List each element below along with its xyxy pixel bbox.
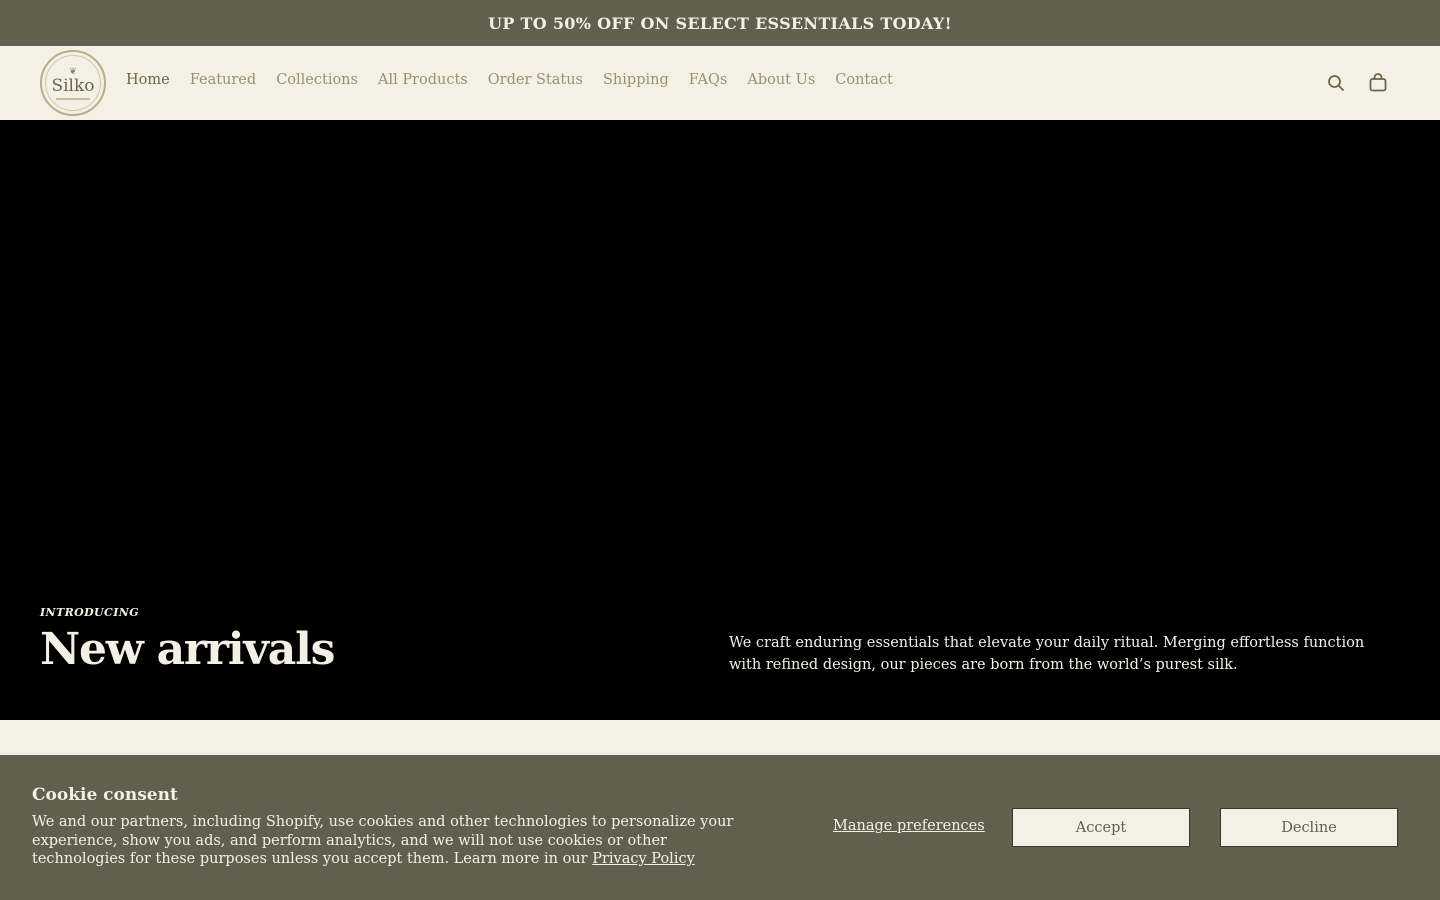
cookie-consent-banner: Cookie consent We and our partners, incl… xyxy=(0,755,1440,900)
nav-item-about-us[interactable]: About Us xyxy=(747,72,815,88)
hero-eyebrow: INTRODUCING xyxy=(40,606,139,619)
nav-item-all-products[interactable]: All Products xyxy=(378,72,468,88)
decline-button[interactable]: Decline xyxy=(1220,808,1398,847)
nav-item-shipping[interactable]: Shipping xyxy=(603,72,669,88)
nav-item-faqs[interactable]: FAQs xyxy=(689,72,728,88)
main-nav: Home Featured Collections All Products O… xyxy=(126,72,913,88)
site-header: ❦ Silko Home Featured Collections All Pr… xyxy=(0,46,1440,120)
manage-preferences-link[interactable]: Manage preferences xyxy=(833,818,985,834)
search-icon[interactable] xyxy=(1326,73,1346,93)
accept-button[interactable]: Accept xyxy=(1012,808,1190,847)
nav-item-contact[interactable]: Contact xyxy=(835,72,893,88)
announcement-bar: UP TO 50% OFF ON SELECT ESSENTIALS TODAY… xyxy=(0,0,1440,46)
hero-title: New arrivals xyxy=(40,624,335,675)
logo[interactable]: ❦ Silko xyxy=(40,50,106,116)
cookie-text: We and our partners, including Shopify, … xyxy=(32,813,762,869)
cookie-title: Cookie consent xyxy=(32,785,178,805)
hero-description: We craft enduring essentials that elevat… xyxy=(729,635,1365,673)
privacy-policy-link[interactable]: Privacy Policy xyxy=(592,851,695,867)
nav-item-featured[interactable]: Featured xyxy=(190,72,256,88)
nav-item-home[interactable]: Home xyxy=(126,72,170,88)
cart-icon[interactable] xyxy=(1368,73,1388,93)
nav-item-order-status[interactable]: Order Status xyxy=(488,72,583,88)
logo-ring xyxy=(45,55,101,111)
hero-banner: INTRODUCING New arrivals We craft enduri… xyxy=(0,120,1440,720)
announcement-text: UP TO 50% OFF ON SELECT ESSENTIALS TODAY… xyxy=(488,13,952,33)
nav-item-collections[interactable]: Collections xyxy=(276,72,358,88)
